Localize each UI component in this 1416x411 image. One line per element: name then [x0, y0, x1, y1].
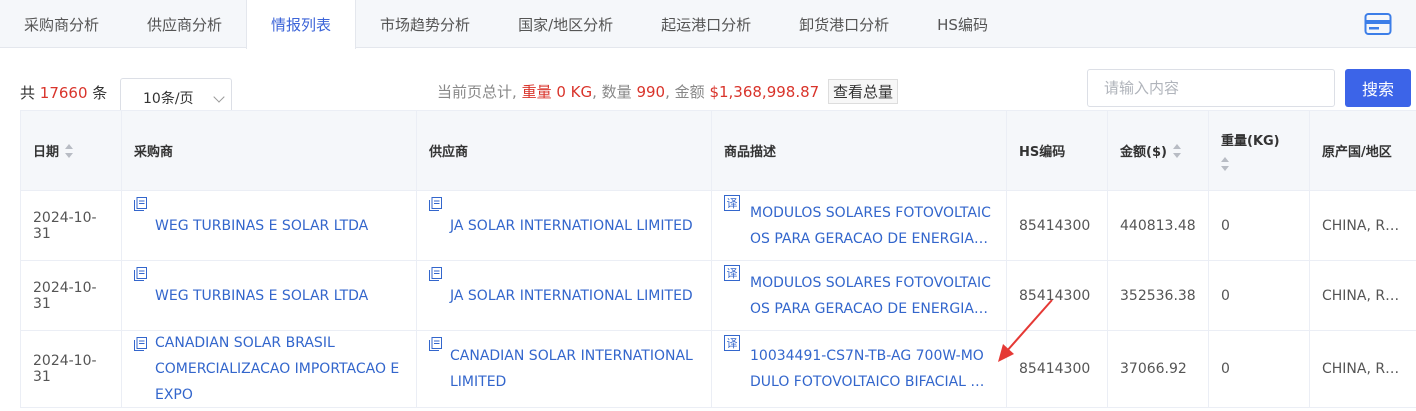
tab-buyer-analysis[interactable]: 采购商分析 [0, 0, 123, 48]
supplier-link[interactable]: JA SOLAR INTERNATIONAL LIMITED [450, 213, 693, 239]
header-origin: 原产国/地区 [1310, 111, 1416, 190]
svg-text:译: 译 [727, 197, 738, 210]
translate-icon[interactable]: 译 [724, 335, 740, 351]
header-label: HS编码 [1019, 145, 1066, 160]
cell-hs: 85414300 [1007, 191, 1108, 260]
table-header: 日期 采购商 供应商 商品描述 HS编码 金额($) 重量(KG) 原产国/地区 [20, 111, 1416, 191]
header-amount[interactable]: 金额($) [1108, 111, 1209, 190]
header-label: 供应商 [429, 145, 469, 160]
total-prefix: 共 [20, 84, 36, 102]
cell-supplier[interactable]: JA SOLAR INTERNATIONAL LIMITED [417, 191, 712, 260]
svg-text:译: 译 [727, 337, 738, 350]
summary-prefix: 当前页总计, [437, 83, 517, 101]
document-icon [134, 267, 147, 281]
cell-weight: 0 [1209, 331, 1310, 407]
tab-dest-port[interactable]: 卸货港口分析 [775, 0, 913, 48]
cell-origin: CHINA, R… [1322, 361, 1400, 377]
chevron-down-icon [213, 91, 225, 103]
cell-supplier[interactable]: JA SOLAR INTERNATIONAL LIMITED [417, 261, 712, 330]
cell-weight: 0 [1209, 191, 1310, 260]
cell-buyer[interactable]: WEG TURBINAS E SOLAR LTDA [122, 191, 417, 260]
cell-date: 2024-10-31 [20, 331, 122, 407]
header-hs: HS编码 [1007, 111, 1108, 190]
sort-icon[interactable] [65, 143, 74, 158]
cell-supplier[interactable]: CANADIAN SOLAR INTERNATIONAL LIMITED [417, 331, 712, 407]
sort-icon[interactable] [1172, 143, 1182, 158]
translate-icon[interactable]: 译 [724, 265, 740, 281]
buyer-link[interactable]: CANADIAN SOLAR BRASIL COMERCIALIZACAO IM… [155, 331, 404, 407]
cell-hs: 85414300 [1007, 261, 1108, 330]
header-label: 日期 [33, 145, 60, 160]
page-summary: 当前页总计, 重量 0 KG, 数量 990, 金额 $1,368,998.87… [437, 79, 898, 104]
search-input[interactable] [1087, 69, 1335, 107]
total-suffix: 条 [92, 84, 108, 102]
table-row: 2024-10-31 CANADIAN SOLAR BRASIL COMERCI… [20, 331, 1416, 408]
card-icon[interactable] [1364, 12, 1392, 36]
svg-text:译: 译 [727, 267, 738, 280]
summary-weight-value: 0 KG [556, 83, 593, 101]
cell-amount: 440813.48 [1108, 191, 1209, 260]
document-icon [134, 197, 147, 211]
header-label: 原产国/地区 [1322, 145, 1392, 160]
header-label: 商品描述 [724, 145, 777, 160]
cell-origin: CHINA, R… [1322, 287, 1400, 304]
header-label: 重量(KG) [1221, 134, 1280, 149]
document-icon [429, 197, 442, 211]
desc-text[interactable]: MODULOS SOLARES FOTOVOLTAICOS PARA GERAC… [750, 200, 994, 252]
cell-buyer[interactable]: CANADIAN SOLAR BRASIL COMERCIALIZACAO IM… [122, 331, 417, 407]
search-button[interactable]: 搜索 [1345, 69, 1411, 107]
buyer-link[interactable]: WEG TURBINAS E SOLAR LTDA [155, 213, 368, 239]
cell-desc[interactable]: 译 10034491-CS7N-TB-AG 700W-MODULO FOTOVO… [712, 331, 1007, 407]
cell-desc[interactable]: 译 MODULOS SOLARES FOTOVOLTAICOS PARA GER… [712, 261, 1007, 330]
translate-icon[interactable]: 译 [724, 195, 740, 211]
summary-weight-label: 重量 [521, 83, 552, 101]
header-weight[interactable]: 重量(KG) [1209, 111, 1310, 190]
intel-table: 日期 采购商 供应商 商品描述 HS编码 金额($) 重量(KG) 原产国/地区… [20, 110, 1416, 408]
buyer-link[interactable]: WEG TURBINAS E SOLAR LTDA [155, 283, 368, 309]
page-size-value: 10条/页 [143, 91, 194, 107]
cell-hs: 85414300 [1007, 331, 1108, 407]
table-row: 2024-10-31 WEG TURBINAS E SOLAR LTDA JA … [20, 261, 1416, 331]
total-number: 17660 [39, 84, 88, 102]
tab-bar: 采购商分析 供应商分析 情报列表 市场趋势分析 国家/地区分析 起运港口分析 卸… [0, 0, 1416, 49]
tab-hs-code[interactable]: HS编码 [913, 0, 1012, 48]
table-row: 2024-10-31 WEG TURBINAS E SOLAR LTDA JA … [20, 191, 1416, 261]
header-date[interactable]: 日期 [20, 111, 122, 190]
cell-amount: 352536.38 [1108, 261, 1209, 330]
tab-market-trend[interactable]: 市场趋势分析 [356, 0, 494, 48]
tab-country-analysis[interactable]: 国家/地区分析 [494, 0, 637, 48]
document-icon [429, 267, 442, 281]
header-label: 采购商 [134, 145, 174, 160]
desc-text[interactable]: 10034491-CS7N-TB-AG 700W-MODULO FOTOVOLT… [750, 343, 994, 395]
cell-weight: 0 [1209, 261, 1310, 330]
sort-icon[interactable] [1221, 157, 1230, 171]
header-buyer: 采购商 [122, 111, 417, 190]
cell-origin: CHINA, R… [1322, 217, 1400, 234]
cell-desc[interactable]: 译 MODULOS SOLARES FOTOVOLTAICOS PARA GER… [712, 191, 1007, 260]
header-supplier: 供应商 [417, 111, 712, 190]
tab-intel-list[interactable]: 情报列表 [246, 0, 357, 49]
tab-supplier-analysis[interactable]: 供应商分析 [123, 0, 246, 48]
view-total-button[interactable]: 查看总量 [827, 79, 898, 104]
cell-date: 2024-10-31 [20, 191, 122, 260]
document-icon [134, 337, 147, 351]
summary-amount-label: , 金额 [665, 83, 705, 101]
cell-buyer[interactable]: WEG TURBINAS E SOLAR LTDA [122, 261, 417, 330]
header-desc: 商品描述 [712, 111, 1007, 190]
summary-qty-value: 990 [636, 83, 666, 101]
summary-qty-label: , 数量 [592, 83, 632, 101]
page-size-select[interactable]: 10条/页 [120, 78, 232, 112]
supplier-link[interactable]: CANADIAN SOLAR INTERNATIONAL LIMITED [450, 343, 699, 395]
cell-date: 2024-10-31 [20, 261, 122, 330]
cell-amount: 37066.92 [1108, 331, 1209, 407]
supplier-link[interactable]: JA SOLAR INTERNATIONAL LIMITED [450, 283, 693, 309]
total-count: 共 17660 条 [20, 82, 107, 103]
summary-amount-value: $1,368,998.87 [709, 83, 820, 101]
desc-text[interactable]: MODULOS SOLARES FOTOVOLTAICOS PARA GERAC… [750, 270, 994, 322]
tab-origin-port[interactable]: 起运港口分析 [637, 0, 775, 48]
header-label: 金额($) [1120, 145, 1167, 160]
document-icon [429, 337, 442, 351]
